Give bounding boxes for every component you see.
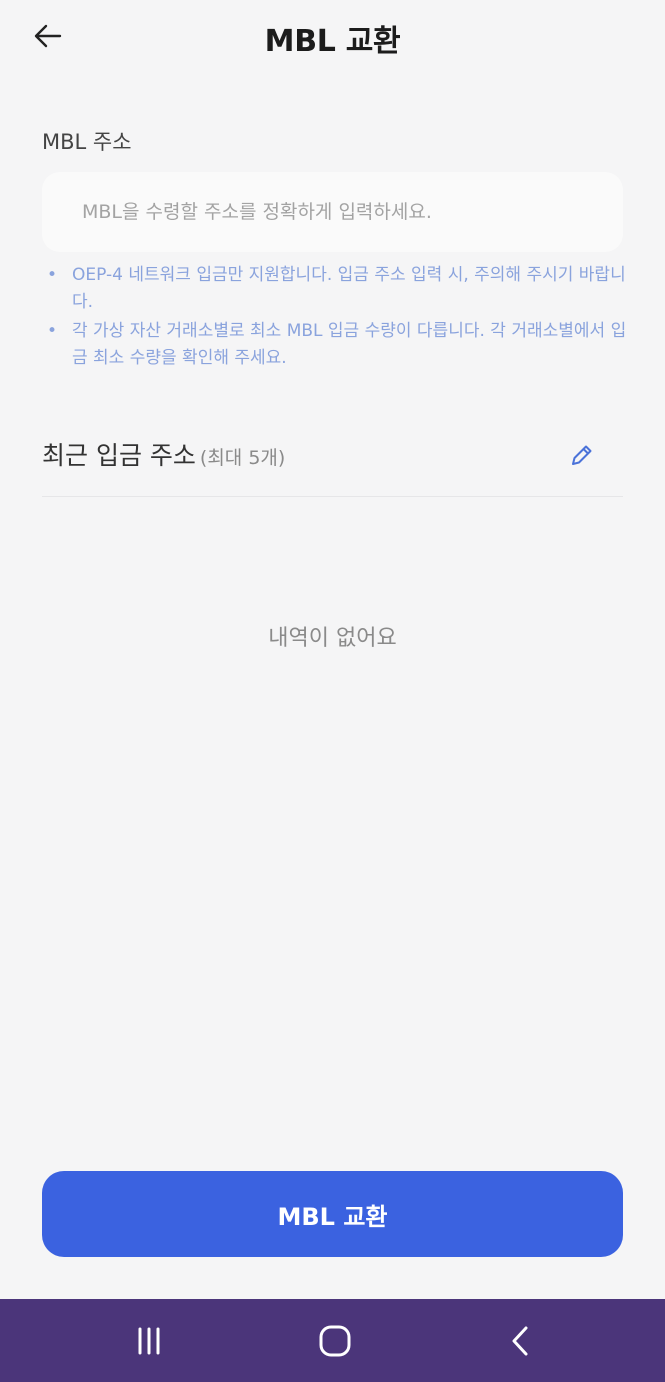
recents-button[interactable]	[124, 1317, 174, 1365]
recent-addresses-header: 최근 입금 주소 (최대 5개)	[42, 436, 623, 497]
notice-item: 각 가상 자산 거래소별로 최소 MBL 입금 수량이 다릅니다. 각 거래소별…	[42, 318, 627, 372]
recent-addresses-title: 최근 입금 주소	[42, 441, 196, 470]
chevron-left-icon	[512, 1326, 528, 1356]
edit-button[interactable]	[567, 440, 597, 470]
address-label: MBL 주소	[42, 130, 132, 154]
home-button[interactable]	[310, 1317, 360, 1365]
system-back-button[interactable]	[496, 1317, 546, 1365]
empty-state-text: 내역이 없어요	[268, 626, 397, 651]
exchange-button[interactable]: MBL 교환	[42, 1171, 623, 1257]
notice-item: OEP-4 네트워크 입금만 지원합니다. 입금 주소 입력 시, 주의해 주시…	[42, 262, 627, 316]
app-header: MBL 교환	[0, 0, 665, 76]
notice-list: OEP-4 네트워크 입금만 지원합니다. 입금 주소 입력 시, 주의해 주시…	[42, 262, 627, 374]
page-title: MBL 교환	[264, 24, 401, 59]
system-navigation-bar	[0, 1299, 665, 1382]
pencil-icon	[572, 445, 592, 465]
address-input[interactable]	[42, 172, 623, 252]
recent-addresses-limit: (최대 5개)	[199, 447, 286, 469]
recents-icon	[138, 1327, 160, 1355]
home-icon	[319, 1325, 351, 1357]
